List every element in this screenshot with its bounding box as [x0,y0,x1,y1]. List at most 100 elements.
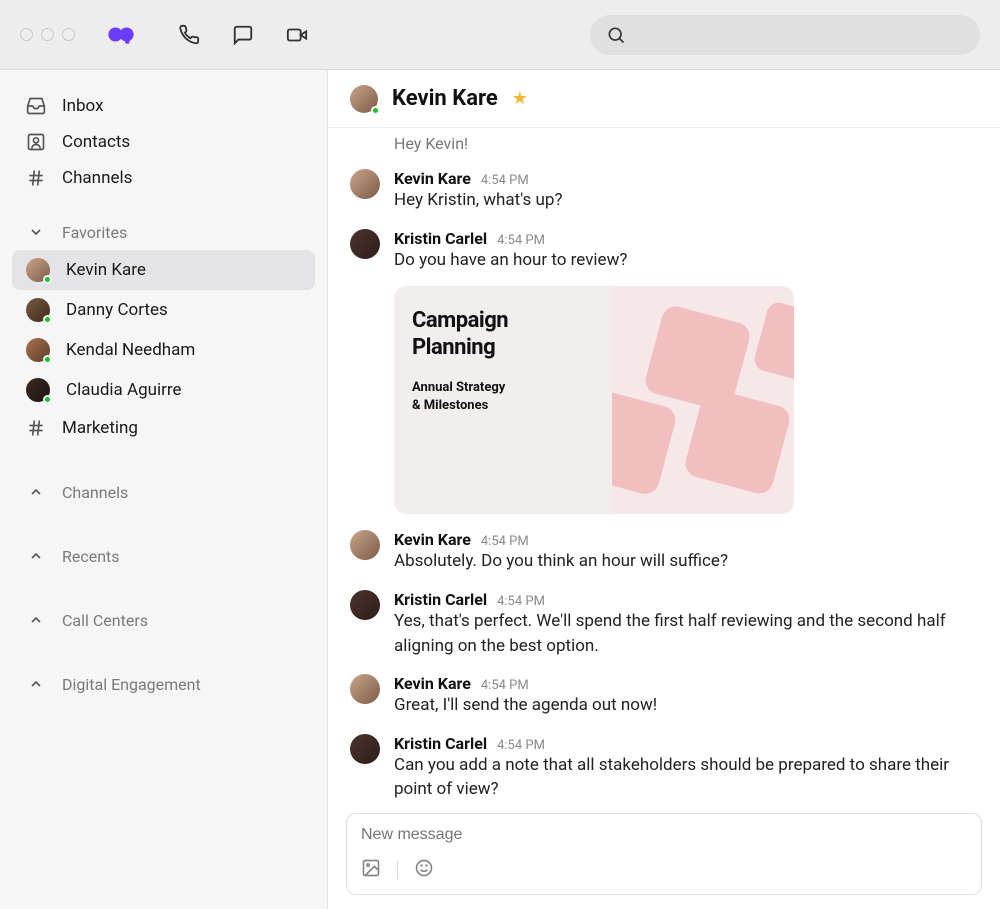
presence-online-icon [43,315,52,324]
chat-title: Kevin Kare [392,86,498,111]
search-input[interactable] [590,15,980,55]
chevron-up-icon [26,610,46,630]
message-composer[interactable] [346,813,982,895]
section-recents[interactable]: Recents [12,538,315,574]
message-text: Absolutely. Do you think an hour will su… [394,549,978,574]
sidebar-item-label: Danny Cortes [66,300,168,320]
hash-icon [26,418,46,438]
attachment-title: CampaignPlanning [412,308,594,361]
message-text: Hey Kristin, what's up? [394,188,978,213]
window-topbar [0,0,1000,70]
avatar [26,258,50,282]
avatar [26,338,50,362]
video-icon[interactable] [285,23,309,47]
message-text: Can you add a note that all stakeholders… [394,753,978,802]
section-label: Favorites [62,223,127,242]
window-max-dot[interactable] [62,28,75,41]
message: Kevin Kare 4:54 PMAbsolutely. Do you thin… [350,530,978,574]
chat-icon[interactable] [231,23,255,47]
message-avatar[interactable] [350,229,380,259]
sidebar-item-label: Claudia Aguirre [66,380,182,400]
sidebar-item-contact[interactable]: Claudia Aguirre [12,370,315,410]
presence-online-icon [43,275,52,284]
section-label: Recents [62,547,120,566]
message-time: 4:54 PM [497,738,545,753]
section-label: Channels [62,483,128,502]
nav-label: Inbox [62,96,104,116]
sidebar-item-contact[interactable]: Danny Cortes [12,290,315,330]
message-sender: Kristin Carlel [394,590,487,609]
search-icon [606,25,626,45]
message: Kristin Carlel 4:54 PMCan you add a note … [350,734,978,802]
message-avatar[interactable] [350,169,380,199]
chevron-down-icon [26,222,46,242]
sidebar-item-channel[interactable]: Marketing [12,410,315,446]
chat-header: Kevin Kare ★ [328,70,1000,128]
sidebar-item-label: Marketing [62,418,138,438]
avatar [26,298,50,322]
window-min-dot[interactable] [41,28,54,41]
message: Kristin Carlel4:54 PMDo you have an hour… [350,229,978,515]
message-sender: Kristin Carlel [394,229,487,248]
contacts-icon [26,132,46,152]
presence-online-icon [43,355,52,364]
attachment-image [612,286,794,514]
message-avatar[interactable] [350,674,380,704]
sidebar-item-label: Kendal Needham [66,340,195,360]
message-avatar[interactable] [350,734,380,764]
chat-header-avatar[interactable] [350,85,378,113]
emoji-icon[interactable] [414,858,434,882]
sidebar: Inbox Contacts Channels Favorites Kevin … [0,70,328,909]
message-avatar[interactable] [350,530,380,560]
nav-inbox[interactable]: Inbox [12,88,315,124]
message-list[interactable]: Hey Kevin! Kevin Kare4:54 PMHey Kristin,… [328,128,1000,807]
chevron-up-icon [26,674,46,694]
hash-icon [26,168,46,188]
composer-input[interactable] [361,826,967,844]
nav-channels[interactable]: Channels [12,160,315,196]
message-time: 4:54 PM [481,678,529,693]
message-time: 4:54 PM [497,594,545,609]
message: Kristin Carlel 4:54 PMYes, that's perfect… [350,590,978,658]
message-sender: Kevin Kare [394,674,471,693]
section-label: Digital Engagement [62,675,201,694]
avatar [26,378,50,402]
window-traffic-lights [20,28,75,41]
section-call-centers[interactable]: Call Centers [12,602,315,638]
section-label: Call Centers [62,611,148,630]
message-time: 4:54 PM [481,534,529,549]
message-text: Great, I'll send the agenda out now! [394,693,978,718]
sidebar-item-label: Kevin Kare [66,260,146,280]
nav-label: Channels [62,168,132,188]
section-favorites[interactable]: Favorites [12,214,315,250]
message: Kevin Kare 4:54 PMHey Kristin, what's up? [350,169,978,213]
app-logo [107,22,135,48]
section-channels[interactable]: Channels [12,474,315,510]
window-close-dot[interactable] [20,28,33,41]
truncated-previous-message: Hey Kevin! [394,134,978,153]
section-digital-engagement[interactable]: Digital Engagement [12,666,315,702]
inbox-icon [26,96,46,116]
chat-pane: Kevin Kare ★ Hey Kevin! Kevin Kare 4:54 P… [328,70,1000,909]
phone-icon[interactable] [177,23,201,47]
image-attach-icon[interactable] [361,858,381,882]
sidebar-item-contact[interactable]: Kendal Needham [12,330,315,370]
nav-contacts[interactable]: Contacts [12,124,315,160]
message-time: 4:54 PM [481,173,529,188]
chevron-up-icon [26,482,46,502]
message-sender: Kevin Kare [394,169,471,188]
star-icon[interactable]: ★ [512,88,528,109]
composer-divider [397,861,398,879]
message-text: Yes, that's perfect. We'll spend the fir… [394,609,978,658]
presence-online-icon [43,395,52,404]
message-avatar[interactable] [350,590,380,620]
message-sender: Kevin Kare [394,530,471,549]
attachment-subtitle: Annual Strategy& Milestones [412,379,594,415]
message-sender: Kristin Carlel [394,734,487,753]
message: Kevin Kare 4:54 PMGreat, I'll send the ag… [350,674,978,718]
sidebar-item-contact[interactable]: Kevin Kare [12,250,315,290]
attachment-card[interactable]: CampaignPlanning Annual Strategy& Milesto… [394,286,794,514]
presence-online-icon [371,106,380,115]
nav-label: Contacts [62,132,130,152]
message-time: 4:54 PM [497,233,545,248]
